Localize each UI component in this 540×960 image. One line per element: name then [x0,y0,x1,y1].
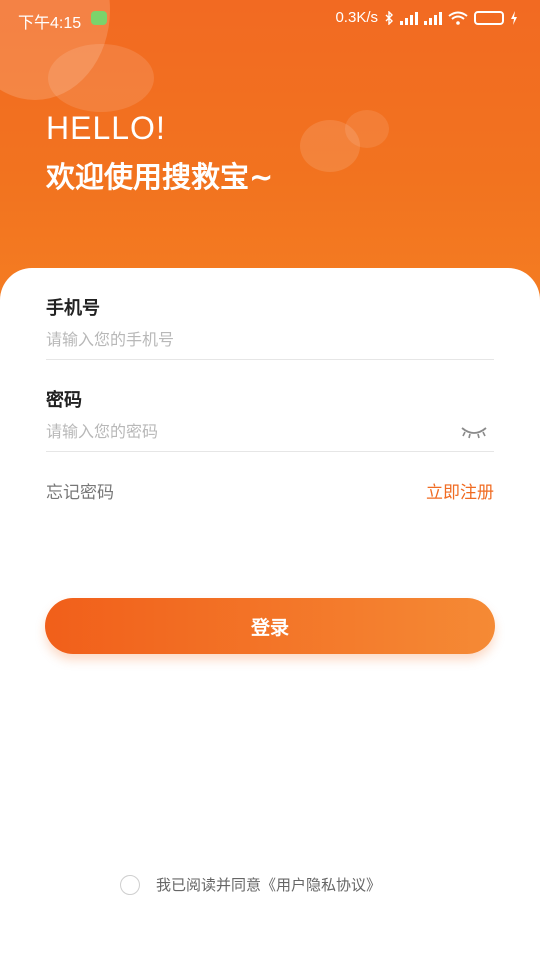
phone-input[interactable] [46,320,494,359]
app-notification-icon [91,11,107,25]
forgot-password-link[interactable]: 忘记密码 [46,478,114,503]
battery-level: 39 [483,11,495,23]
phone-field [46,320,494,360]
battery-icon: 39 [474,10,504,25]
signal-icon [424,11,442,25]
greeting-title: HELLO! [46,110,166,146]
register-link[interactable]: 立即注册 [426,478,494,503]
charging-icon [511,10,517,25]
status-bar: 下午4:15 0.3K/s 39 [0,0,540,36]
login-button[interactable]: 登录 [45,598,495,654]
status-indicators: 0.3K/s 39 [335,9,518,26]
header-banner: 下午4:15 0.3K/s 39 HELLO! 欢迎使用搜救宝~ [0,0,540,300]
decor-bubble [48,44,154,112]
decor-bubble [345,110,389,148]
welcome-title: 欢迎使用搜救宝~ [46,160,274,194]
signal-icon [400,11,418,25]
password-field [46,412,494,452]
eye-closed-icon[interactable] [460,424,488,440]
status-time: 下午4:15 [18,15,82,32]
agreement-row: 我已阅读并同意《用户隐私协议》 [120,874,381,895]
agreement-text[interactable]: 我已阅读并同意《用户隐私协议》 [156,874,381,895]
wifi-icon [448,11,468,25]
phone-label: 手机号 [46,298,100,319]
network-speed: 0.3K/s [335,9,378,26]
password-label: 密码 [46,390,82,411]
bluetooth-icon [385,10,393,25]
agreement-checkbox[interactable] [120,874,140,895]
password-input[interactable] [46,412,446,451]
